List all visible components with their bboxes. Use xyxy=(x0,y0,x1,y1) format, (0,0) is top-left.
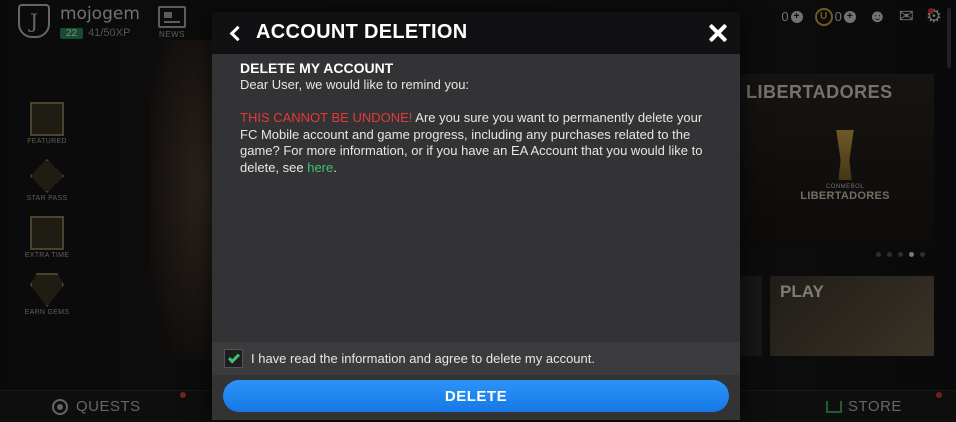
section-heading: DELETE MY ACCOUNT xyxy=(240,60,394,76)
chevron-left-icon xyxy=(229,25,245,41)
dialog-header: ACCOUNT DELETION xyxy=(212,12,740,54)
close-button[interactable] xyxy=(706,21,730,45)
back-button[interactable] xyxy=(224,22,246,44)
agree-row[interactable]: I have read the information and agree to… xyxy=(212,342,740,375)
body-end: . xyxy=(333,159,337,175)
info-link[interactable]: here xyxy=(307,160,333,175)
delete-button[interactable]: DELETE xyxy=(223,380,729,412)
checkmark-icon xyxy=(227,350,240,364)
dialog-title: ACCOUNT DELETION xyxy=(256,21,468,43)
dialog-content: DELETE MY ACCOUNT Dear User, we would li… xyxy=(240,60,720,176)
warning-text: THIS CANNOT BE UNDONE! xyxy=(240,110,413,125)
warning-paragraph: THIS CANNOT BE UNDONE! Are you sure you … xyxy=(240,110,720,176)
account-deletion-dialog: ACCOUNT DELETION DELETE MY ACCOUNT Dear … xyxy=(212,12,740,420)
agree-label: I have read the information and agree to… xyxy=(251,351,595,366)
greeting-text: Dear User, we would like to remind you: xyxy=(240,77,470,92)
agree-checkbox[interactable] xyxy=(224,349,243,368)
